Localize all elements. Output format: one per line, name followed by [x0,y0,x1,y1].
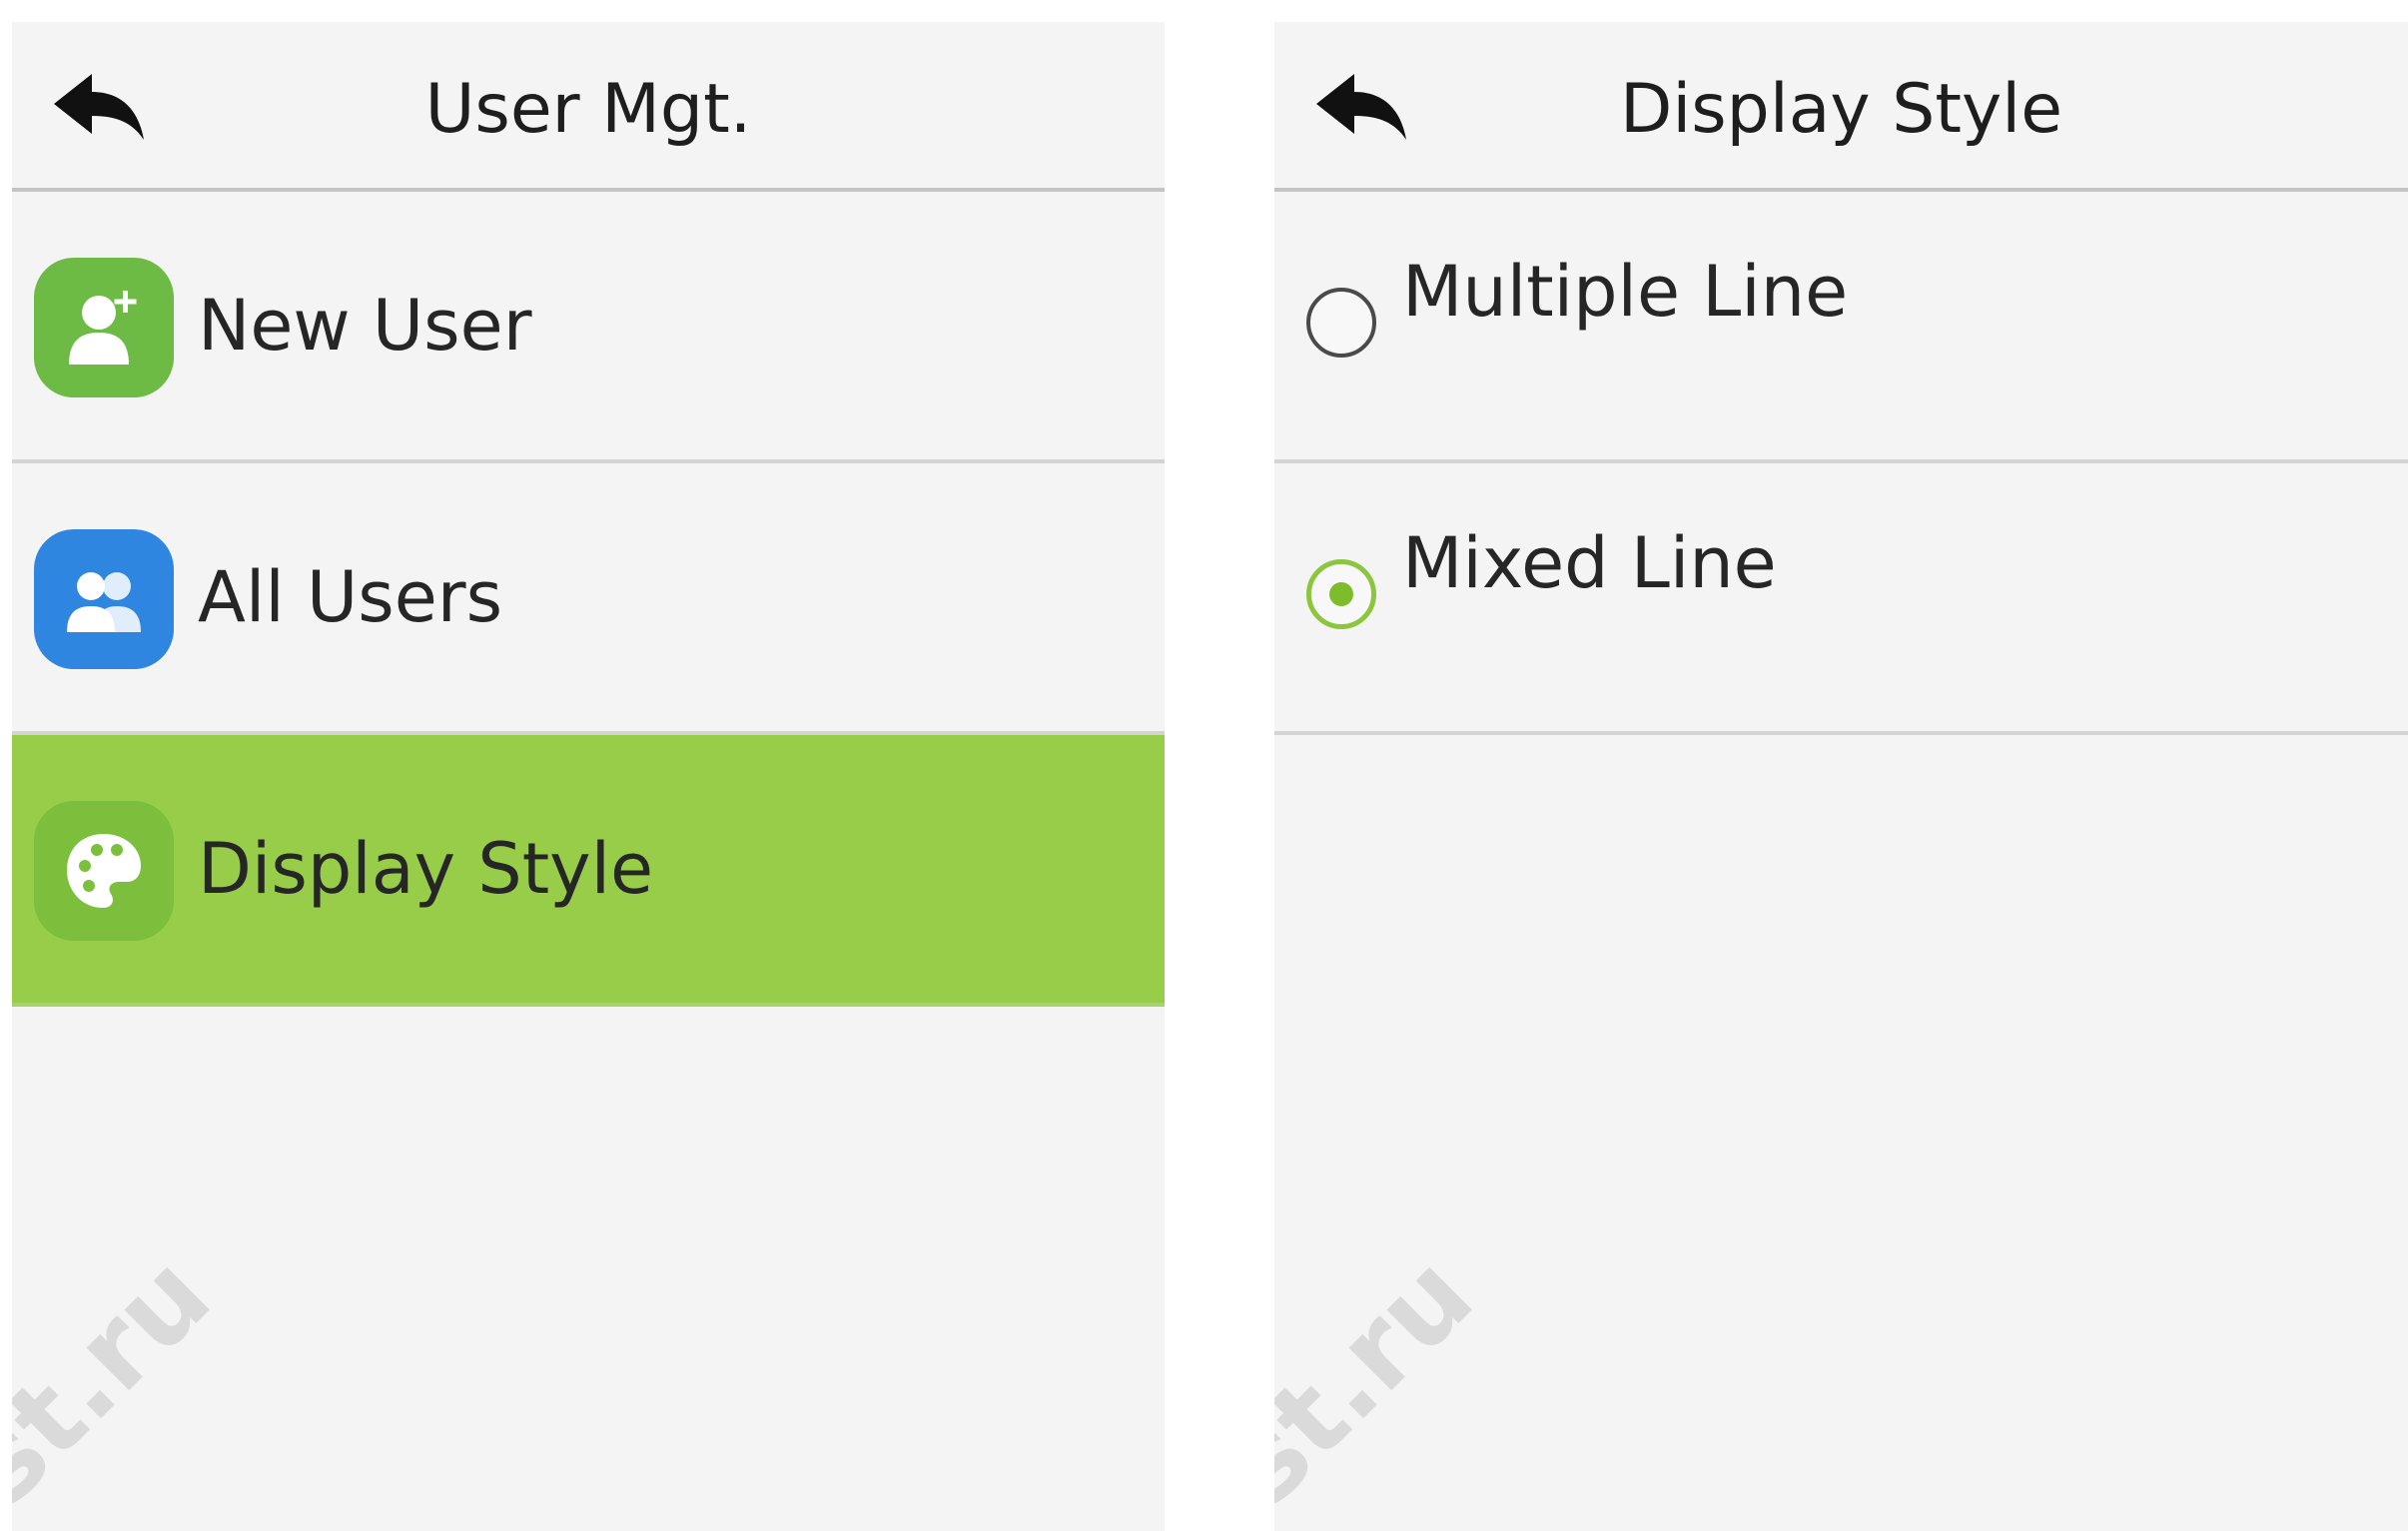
radio-button-checked[interactable] [1306,559,1376,629]
option-mixed-line[interactable]: Mixed Line [1274,463,2408,735]
page-title: User Mgt. [424,70,752,149]
header: Display Style [1274,22,2408,192]
menu-item-label: Display Style [198,828,654,910]
palette-icon [34,801,174,941]
back-button[interactable] [52,70,152,150]
watermark: st.ru [12,1230,235,1528]
radio-dot [1329,582,1353,606]
watermark: st.ru [1274,1230,1497,1528]
add-user-icon [34,258,174,397]
display-style-screen: Display Style Multiple Line Mixed Line s… [1274,22,2408,1531]
header: User Mgt. [12,22,1165,192]
back-arrow-icon [54,74,144,140]
menu-item-label: New User [198,285,532,367]
menu-item-new-user[interactable]: New User [12,192,1165,463]
option-label: Mixed Line [1402,522,1777,604]
users-icon [34,529,174,669]
menu-item-all-users[interactable]: All Users [12,463,1165,735]
back-button[interactable] [1314,70,1414,150]
menu-item-label: All Users [198,556,503,638]
back-arrow-icon [1316,74,1406,140]
option-multiple-line[interactable]: Multiple Line [1274,192,2408,463]
menu-item-display-style[interactable]: Display Style [12,735,1165,1007]
page-title: Display Style [1619,70,2063,149]
radio-button-unchecked[interactable] [1306,288,1376,358]
user-mgt-screen: User Mgt. New User All Users Display Sty… [12,22,1165,1531]
option-label: Multiple Line [1402,251,1849,333]
